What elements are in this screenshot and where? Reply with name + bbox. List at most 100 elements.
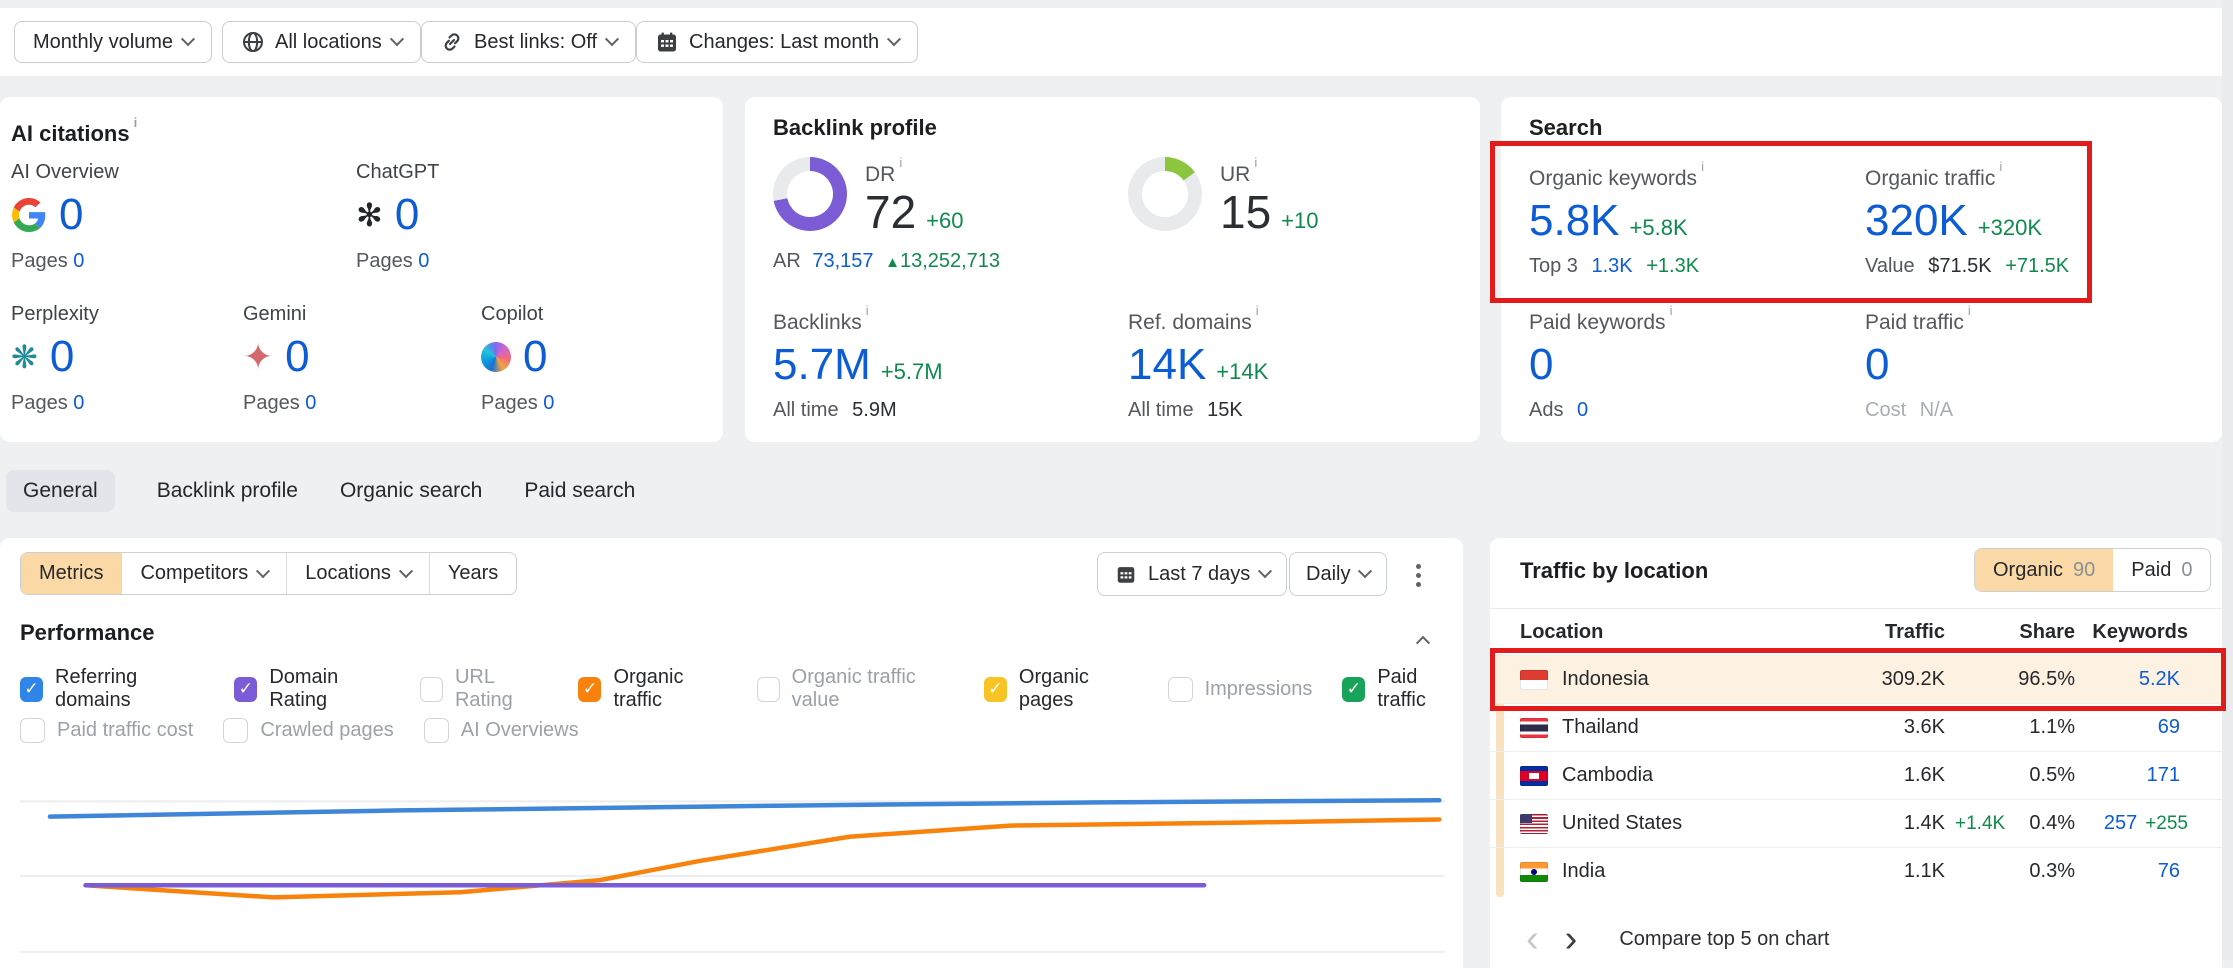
chevron-down-icon [399, 564, 413, 578]
pages-count[interactable]: 0 [418, 250, 429, 272]
pages-label: Pages [481, 392, 538, 414]
metric-checkbox-url-rating[interactable]: URL Rating [420, 666, 548, 712]
table-row-indonesia[interactable]: Indonesia 309.2K 96.5% 5.2K [1490, 655, 2222, 703]
metric-checkbox-referring-domains[interactable]: ✓Referring domains [20, 666, 204, 712]
paid-keywords-value[interactable]: 0 [1529, 340, 1553, 389]
citations-count[interactable]: 0 [285, 333, 309, 381]
granularity-label: Daily [1306, 563, 1350, 586]
metric-checkbox-paid-traffic[interactable]: ✓Paid traffic [1342, 666, 1463, 712]
metric-label: Backlinksi [773, 303, 943, 335]
table-row-india[interactable]: India 1.1K 0.3% 76 [1490, 847, 2222, 895]
united-states-flag-icon [1520, 814, 1548, 834]
best-links-filter[interactable]: Best links: Off [421, 21, 636, 63]
thailand-flag-icon [1520, 718, 1548, 738]
citations-count[interactable]: 0 [59, 191, 83, 239]
pages-count[interactable]: 0 [73, 392, 84, 414]
info-icon[interactable]: i [1256, 303, 1259, 318]
metric-checkbox-paid-traffic-cost[interactable]: Paid traffic cost [20, 718, 193, 743]
card-title: Search [1529, 115, 1602, 141]
table-row-cambodia[interactable]: Cambodia 1.6K 0.5% 171 [1490, 751, 2222, 799]
metric-label: Organic keywordsi [1529, 159, 1704, 191]
info-icon[interactable]: i [1999, 159, 2002, 174]
ref-domains-value[interactable]: 14K [1128, 341, 1206, 389]
citations-count[interactable]: 0 [50, 333, 74, 381]
info-icon[interactable]: i [1701, 159, 1704, 174]
dr-donut [773, 157, 847, 231]
scrollbar-track[interactable] [2222, 0, 2233, 960]
info-icon[interactable]: i [1254, 155, 1257, 170]
table-row-thailand[interactable]: Thailand 3.6K 1.1% 69 [1490, 703, 2222, 751]
paid-traffic-value[interactable]: 0 [1865, 340, 1889, 389]
citations-count[interactable]: 0 [523, 333, 547, 381]
segment-years[interactable]: Years [429, 553, 516, 594]
tab-general[interactable]: General [6, 470, 115, 512]
gemini-icon: ✦ [243, 341, 273, 373]
backlinks-change: +5.7M [881, 359, 943, 385]
prev-page-icon[interactable]: ‹ [1526, 920, 1539, 958]
keywords-link[interactable]: 69 [2158, 716, 2180, 738]
organic-traffic-value[interactable]: 320K [1865, 197, 1968, 245]
filters-toolbar: Monthly volume All locations Best links:… [0, 8, 2233, 76]
date-range-label: Last 7 days [1148, 563, 1250, 586]
next-page-icon[interactable]: › [1565, 920, 1578, 958]
keywords-link[interactable]: 171 [2147, 764, 2180, 786]
performance-heading: Performance [20, 620, 155, 646]
ahrefs-rank-link[interactable]: 73,157 [812, 250, 873, 272]
compare-top5-link[interactable]: Compare top 5 on chart [1619, 928, 1829, 951]
pages-count[interactable]: 0 [73, 250, 84, 272]
tab-backlink-profile[interactable]: Backlink profile [157, 479, 298, 503]
backlinks-metric: Backlinksi 5.7M +5.7M All time 5.9M [773, 303, 943, 422]
backlinks-value[interactable]: 5.7M [773, 341, 871, 389]
filter-label: Best links: Off [474, 31, 597, 54]
segment-metrics[interactable]: Metrics [21, 553, 121, 594]
ads-link[interactable]: 0 [1577, 399, 1588, 421]
citations-count[interactable]: 0 [395, 191, 419, 239]
organic-keywords-value[interactable]: 5.8K [1529, 197, 1620, 245]
tab-paid-search[interactable]: Paid search [524, 479, 635, 503]
top3-link[interactable]: 1.3K [1592, 255, 1633, 277]
metric-checkbox-domain-rating[interactable]: ✓Domain Rating [234, 666, 390, 712]
info-icon[interactable]: i [899, 155, 902, 170]
info-icon[interactable]: i [1968, 303, 1971, 318]
metric-checkbox-organic-traffic[interactable]: ✓Organic traffic [578, 666, 726, 712]
metric-checkbox-crawled-pages[interactable]: Crawled pages [223, 718, 393, 743]
metric-checkbox-organic-pages[interactable]: ✓Organic pages [984, 666, 1138, 712]
perplexity-icon: ❋ [11, 341, 38, 373]
ur-change: +10 [1281, 208, 1318, 234]
ref-domains-change: +14K [1216, 359, 1268, 385]
toggle-organic[interactable]: Organic90 [1975, 549, 2113, 591]
card-title: AI citationsi [11, 115, 137, 147]
checkbox-icon [757, 677, 780, 702]
pages-count[interactable]: 0 [305, 392, 316, 414]
chevron-down-icon [605, 32, 619, 46]
organic-keywords-metric: Organic keywordsi 5.8K +5.8K Top 3 1.3K … [1529, 159, 1704, 278]
ur-donut [1128, 157, 1202, 231]
table-row-united-states[interactable]: United States 1.4K +1.4K 0.4% 257+255 [1490, 799, 2222, 847]
pages-count[interactable]: 0 [543, 392, 554, 414]
metric-checkbox-organic-traffic-value[interactable]: Organic traffic value [757, 666, 954, 712]
granularity-button[interactable]: Daily [1289, 552, 1387, 596]
locations-filter[interactable]: All locations [222, 21, 421, 63]
tab-organic-search[interactable]: Organic search [340, 479, 482, 503]
date-range-button[interactable]: Last 7 days [1097, 552, 1287, 596]
monthly-volume-filter[interactable]: Monthly volume [14, 21, 212, 63]
performance-chart[interactable] [20, 768, 1445, 965]
google-icon [11, 197, 47, 233]
keywords-link[interactable]: 257 [2104, 812, 2137, 834]
engine-name: AI Overview [11, 161, 119, 184]
info-icon[interactable]: i [866, 303, 869, 318]
info-icon[interactable]: i [1670, 303, 1673, 318]
more-options-icon[interactable] [1412, 560, 1425, 591]
checkbox-icon [223, 718, 248, 743]
segment-competitors[interactable]: Competitors [121, 553, 286, 594]
segment-locations[interactable]: Locations [286, 553, 429, 594]
info-icon[interactable]: i [134, 115, 138, 130]
changes-filter[interactable]: Changes: Last month [636, 21, 918, 63]
metric-checkbox-ai-overviews[interactable]: AI Overviews [424, 718, 579, 743]
metric-checkbox-impressions[interactable]: Impressions [1168, 677, 1313, 702]
collapse-section-icon[interactable] [1418, 632, 1428, 650]
keywords-link[interactable]: 76 [2158, 860, 2180, 882]
keywords-link[interactable]: 5.2K [2139, 668, 2180, 690]
toggle-paid[interactable]: Paid0 [2113, 549, 2210, 591]
metrics-checkbox-row-1: ✓Referring domains ✓Domain Rating URL Ra… [20, 666, 1463, 712]
